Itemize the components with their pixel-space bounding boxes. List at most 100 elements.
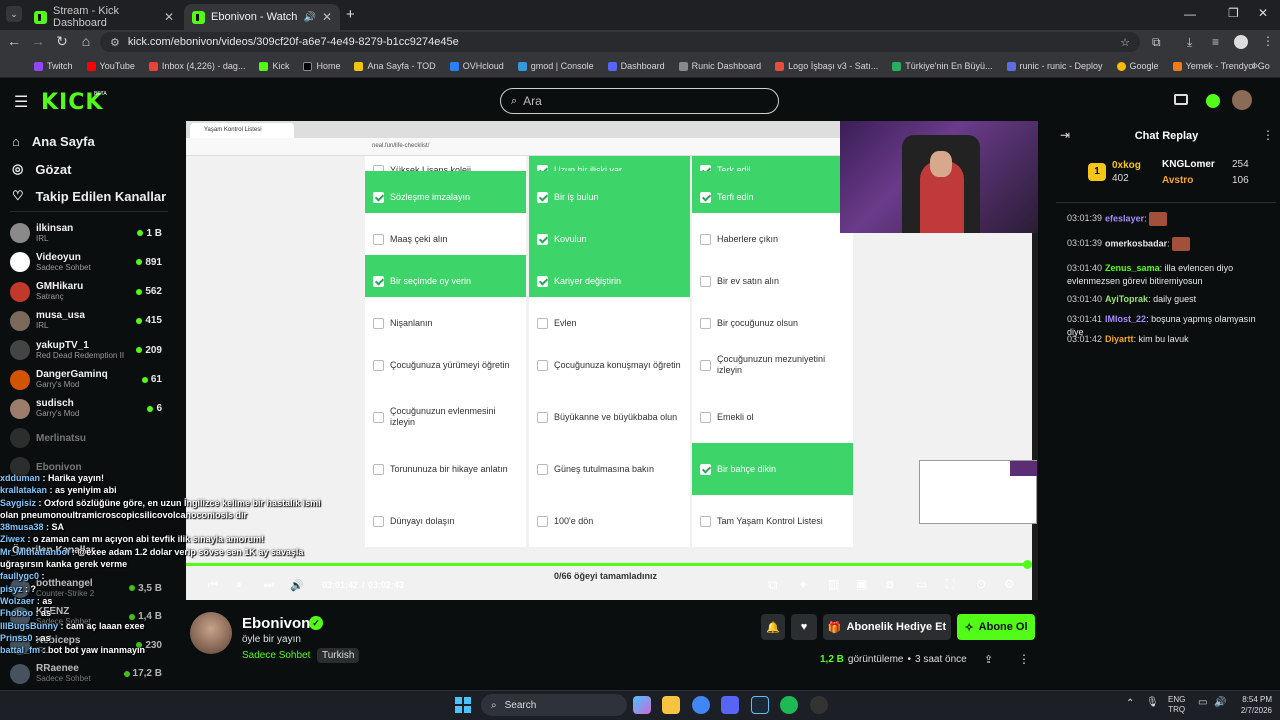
steam-icon[interactable] xyxy=(751,696,769,714)
sidebar-channel[interactable]: DangerGaminq Garry's Mod 61 xyxy=(10,366,162,394)
share-icon[interactable]: ⇪ xyxy=(984,653,993,666)
bookmark-item[interactable]: OVHcloud xyxy=(449,61,504,71)
bookmark-item[interactable]: Runic Dashboard xyxy=(678,61,761,71)
menu-dots-icon[interactable]: ⋮ xyxy=(1262,34,1274,48)
tab-kick-dashboard[interactable]: Stream - Kick Dashboard ✕ xyxy=(26,4,182,30)
chat-username[interactable]: AyiToprak xyxy=(1105,294,1148,304)
bookmarks-more-icon[interactable]: » xyxy=(1252,60,1258,72)
profile-icon[interactable] xyxy=(1234,35,1248,49)
sidebar-item-following[interactable]: ♡ Takip Edilen Kanallar xyxy=(12,188,166,204)
bookmark-item[interactable]: Home xyxy=(303,61,340,71)
leader-name[interactable]: 0xkog xyxy=(1112,160,1141,171)
settings-gear-icon[interactable]: ⚙ xyxy=(1004,577,1015,591)
explorer-icon[interactable] xyxy=(662,696,680,714)
bookmark-item[interactable]: Twitch xyxy=(34,61,73,71)
user-avatar[interactable] xyxy=(1232,90,1252,110)
bookmark-star-icon[interactable]: ☆ xyxy=(1120,36,1130,49)
sidebar-channel[interactable]: yakupTV_1 Red Dead Redemption II 209 xyxy=(10,336,162,364)
chrome-icon[interactable] xyxy=(692,696,710,714)
search-input[interactable]: ⌕ Ara xyxy=(500,88,779,114)
lang-indicator[interactable]: ENG TRQ xyxy=(1168,695,1185,715)
mic-icon[interactable]: 🎙 xyxy=(1146,697,1159,708)
start-icon[interactable] xyxy=(455,697,471,713)
tab-ebonivon-vod[interactable]: Ebonivon - Watch the VOD 🔊 ✕ xyxy=(184,4,340,30)
restore-icon[interactable]: ❐ xyxy=(1228,6,1239,20)
theater-mode-icon[interactable]: ▭ xyxy=(916,577,927,591)
streamer-name[interactable]: Ebonivon xyxy=(242,615,310,632)
stream-category[interactable]: Sadece Sohbet xyxy=(242,650,310,661)
home-icon[interactable]: ⌂ xyxy=(76,33,96,49)
kick-k-icon[interactable] xyxy=(1206,94,1220,108)
chat-username[interactable]: omerkosbadar xyxy=(1105,238,1167,248)
chat-menu-icon[interactable]: ⋮ xyxy=(1262,128,1274,142)
speed-icon[interactable]: ⊙ xyxy=(976,577,986,591)
follow-heart-button[interactable]: ♥ xyxy=(791,614,817,640)
bookmark-item[interactable]: Inbox (4,226) - dag... xyxy=(148,61,245,71)
sidebar-item-browse[interactable]: ◎ Gözat xyxy=(12,161,71,177)
more-options-icon[interactable]: ⋮ xyxy=(1018,652,1030,666)
spotify-icon[interactable] xyxy=(780,696,798,714)
theatre-icon[interactable] xyxy=(1174,94,1188,105)
bookmark-item[interactable]: Türkiye'nin En Büyü... xyxy=(892,61,993,71)
language-tag[interactable]: Turkish xyxy=(317,648,360,663)
fullscreen-icon[interactable]: ⛶ xyxy=(946,577,954,592)
chat-username[interactable]: efeslayer xyxy=(1105,213,1144,223)
taskbar-search[interactable]: ⌕ Search xyxy=(481,694,627,716)
clip-icon[interactable]: ⧉ xyxy=(768,577,777,593)
copilot-icon[interactable] xyxy=(633,696,651,714)
stats-icon[interactable]: ▥ xyxy=(828,577,839,591)
checkbox-icon xyxy=(700,359,711,371)
site-info-icon[interactable]: ⚙ xyxy=(110,36,120,49)
clock[interactable]: 8:54 PM 2/7/2026 xyxy=(1232,694,1272,716)
tab-list-icon[interactable]: ⌄ xyxy=(6,6,22,22)
sidebar-channel[interactable]: musa_usa IRL 415 xyxy=(10,307,162,335)
close-icon[interactable]: ✕ xyxy=(322,10,332,24)
sidebar-channel[interactable]: ilkinsan IRL 1 B xyxy=(10,219,162,247)
tray-chevron-icon[interactable]: ⌃ xyxy=(1126,698,1134,709)
streamer-avatar[interactable] xyxy=(190,612,232,654)
discord-icon[interactable] xyxy=(721,696,739,714)
sidebar-channel[interactable]: sudisch Garry's Mod 6 xyxy=(10,395,162,423)
hamburger-menu-icon[interactable]: ☰ xyxy=(14,92,28,112)
bookmark-item[interactable]: runic - runic - Deploy xyxy=(1006,61,1103,71)
close-icon[interactable]: ✕ xyxy=(164,10,174,24)
chat-username[interactable]: Diyartt xyxy=(1105,334,1134,344)
sidebar-channel[interactable]: GMHikaru Satranç 562 xyxy=(10,278,162,306)
bookmark-item[interactable]: YouTube xyxy=(86,61,135,71)
sidebar-item-home[interactable]: ⌂ Ana Sayfa xyxy=(12,134,95,149)
close-window-icon[interactable]: ✕ xyxy=(1258,6,1268,20)
bookmark-item[interactable]: Google xyxy=(1116,61,1159,71)
chat-username[interactable]: lMlost_22 xyxy=(1105,314,1146,324)
miniplayer-icon[interactable]: ▣ xyxy=(856,577,867,591)
back-icon[interactable]: ← xyxy=(4,33,24,49)
sidebar-channel[interactable]: Merlinatsu xyxy=(10,424,162,452)
media-icon[interactable]: ≡ xyxy=(1212,35,1219,49)
notification-bell-button[interactable]: 🔔 xyxy=(761,614,785,640)
subscribe-button[interactable]: ✧ Abone Ol xyxy=(957,614,1035,640)
sparkle-icon[interactable]: ✦ xyxy=(798,577,809,593)
bookmark-item[interactable]: Dashboard xyxy=(607,61,665,71)
new-tab-button[interactable]: + xyxy=(346,6,355,23)
bookmark-item[interactable]: Logo İşbaşı v3 - Satı... xyxy=(775,61,878,71)
pip-icon[interactable]: ⧈ xyxy=(886,577,894,592)
bookmark-item[interactable]: Kick xyxy=(259,61,289,71)
seek-handle[interactable] xyxy=(1023,560,1032,569)
leader-name[interactable]: Avstro xyxy=(1162,175,1193,186)
bookmark-item[interactable]: gmod | Console xyxy=(517,61,594,71)
extensions-icon[interactable]: ⧉ xyxy=(1152,35,1161,50)
volume-icon[interactable]: 🔊 xyxy=(1214,697,1226,708)
sidebar-channel[interactable]: Videoyun Sadece Sohbet 891 xyxy=(10,248,162,276)
chat-username[interactable]: Zenus_sama xyxy=(1105,263,1160,273)
bookmark-item[interactable]: Ana Sayfa - TOD xyxy=(354,61,436,71)
viewer-count: 415 xyxy=(136,315,162,326)
network-icon[interactable]: ▭ xyxy=(1198,697,1207,708)
speaker-icon[interactable]: 🔊 xyxy=(303,12,315,23)
download-icon[interactable]: ⤓ xyxy=(1187,35,1192,50)
reload-icon[interactable]: ↻ xyxy=(52,33,72,50)
forward-icon[interactable]: → xyxy=(28,33,48,49)
minimize-icon[interactable]: — xyxy=(1184,7,1196,21)
app-icon[interactable] xyxy=(810,696,828,714)
gift-sub-button[interactable]: 🎁 Abonelik Hediye Et xyxy=(823,614,951,640)
leader-name[interactable]: KNGLomer xyxy=(1162,159,1215,170)
url-field[interactable]: ⚙ kick.com/ebonivon/videos/309cf20f-a6e7… xyxy=(100,32,1140,52)
